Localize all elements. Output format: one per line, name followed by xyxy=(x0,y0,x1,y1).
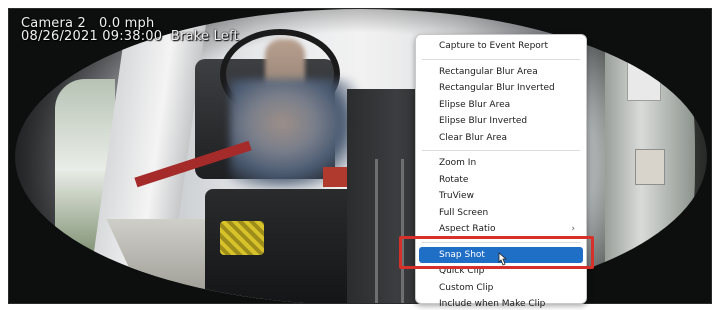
camera-video-viewer[interactable]: Camera 2 0.0 mph 08/26/2021 09:38:00 Bra… xyxy=(8,8,712,304)
menu-item-rectangular-blur-inverted[interactable]: Rectangular Blur Inverted xyxy=(419,80,583,97)
mouse-cursor-icon xyxy=(498,252,508,266)
door-divider xyxy=(375,159,378,303)
menu-item-full-screen[interactable]: Full Screen xyxy=(419,205,583,222)
menu-item-custom-clip[interactable]: Custom Clip xyxy=(419,280,583,297)
wall-sign xyxy=(627,49,661,101)
wall-sign xyxy=(635,149,665,185)
menu-item-zoom-in[interactable]: Zoom In xyxy=(419,155,583,172)
timestamp-event-label: 08/26/2021 09:38:00 Brake Left xyxy=(21,29,239,44)
menu-item-elipse-blur-inverted[interactable]: Elipse Blur Inverted xyxy=(419,113,583,130)
menu-item-rotate[interactable]: Rotate xyxy=(419,172,583,189)
menu-item-elipse-blur-area[interactable]: Elipse Blur Area xyxy=(419,97,583,114)
fisheye-camera-frame xyxy=(15,9,707,303)
menu-item-truview[interactable]: TruView xyxy=(419,188,583,205)
menu-separator xyxy=(422,150,580,151)
video-overlay-text: Camera 2 0.0 mph 08/26/2021 09:38:00 Bra… xyxy=(21,17,239,43)
menu-item-clear-blur-area[interactable]: Clear Blur Area xyxy=(419,130,583,147)
menu-item-capture-to-event-report[interactable]: Capture to Event Report xyxy=(419,38,583,55)
door-divider xyxy=(401,159,404,303)
red-box xyxy=(323,167,347,187)
yellow-object xyxy=(220,221,264,255)
menu-item-label: Aspect Ratio xyxy=(439,224,496,234)
menu-item-rectangular-blur-area[interactable]: Rectangular Blur Area xyxy=(419,64,583,81)
menu-separator xyxy=(422,58,580,60)
menu-item-include-when-make-clip[interactable]: Include when Make Clip xyxy=(419,296,583,310)
